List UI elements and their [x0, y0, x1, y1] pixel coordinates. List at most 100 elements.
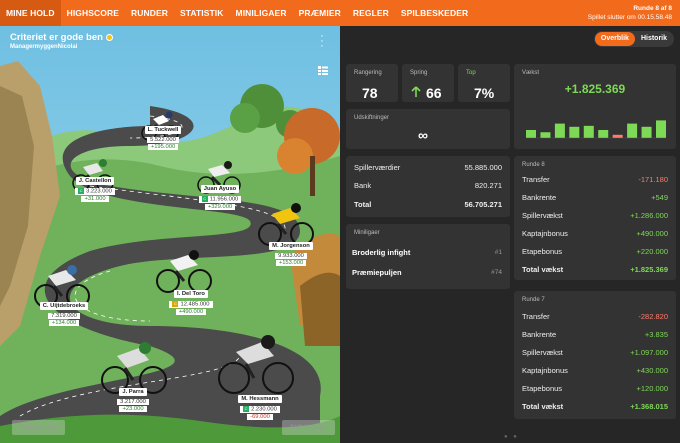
- rank-card: Rangering 78: [346, 64, 398, 102]
- nav-regler[interactable]: REGLER: [347, 0, 395, 26]
- rider-change: +134.000: [48, 320, 80, 326]
- rider-card[interactable]: J. Castellon C 3.223.000 +31.000: [72, 169, 118, 202]
- round8-total: Total vækst +1.825.369: [522, 264, 668, 274]
- growth-card: Vækst +1.825.369: [514, 64, 676, 149]
- cyclist-hessmann[interactable]: [218, 335, 294, 394]
- captain-badge-icon: C: [172, 301, 179, 307]
- rider-card[interactable]: M. Jorgenson 9.933.000 +153.000: [265, 234, 317, 266]
- growth-bar: [554, 123, 565, 138]
- rider-name: C. Uijtdebroeks: [39, 302, 89, 310]
- tab-history[interactable]: Historik: [635, 32, 673, 46]
- rider-change: +153.000: [275, 260, 307, 266]
- nav-spilbeskeder[interactable]: SPILBESKEDER: [395, 0, 474, 26]
- round7-label: Runde 7: [522, 297, 545, 303]
- minileagues-card: Miniligaer Broderlig infight #1 Præmiepul…: [346, 224, 510, 289]
- rider-name: M. Hessmann: [238, 395, 282, 403]
- round7-row: Spillervækst +1.097.000: [522, 347, 668, 357]
- rider-card[interactable]: Juan Ayuso C 11.956.000 +329.000: [194, 177, 246, 210]
- round7-row: Etapebonus +120.000: [522, 383, 668, 393]
- jump-value: 66: [426, 85, 442, 101]
- rank-value: 78: [362, 85, 378, 101]
- rider-card[interactable]: L. Tuckwell 5.522.000 +195.000: [141, 118, 185, 150]
- growth-value: +1.825.369: [564, 82, 626, 96]
- top-label: Top: [466, 70, 476, 76]
- nav-highscore[interactable]: HIGHSCORE: [61, 0, 125, 26]
- nav-miniligaer[interactable]: MINILIGAER: [230, 0, 293, 26]
- nav-mine-hold[interactable]: MINE HOLD: [0, 0, 61, 26]
- stats-panel: Overblik Historik Rangering 78 Spring 66…: [340, 26, 680, 443]
- rider-value: C 2.230.000: [240, 406, 280, 413]
- growth-bar: [612, 134, 623, 138]
- round8-row: Spillervækst +1.286.000: [522, 210, 668, 220]
- rider-name: J. Parra: [119, 388, 147, 396]
- top-card: Top 7%: [458, 64, 510, 102]
- swaps-card: Udskiftninger ∞: [346, 109, 510, 149]
- rider-change: +31.000: [81, 195, 109, 202]
- rider-card[interactable]: I. Del Toro C 12.485.000 +490.000: [164, 282, 218, 315]
- rider-value: C 3.223.000: [75, 188, 115, 195]
- round7-total: Total vækst +1.368.015: [522, 401, 668, 411]
- round8-card: Runde 8 Transfer -171.180 Bankrente +549 S…: [514, 156, 676, 280]
- team-status-dot-icon: [105, 33, 113, 41]
- round7-row: Transfer -282.820: [522, 311, 668, 321]
- rider-trade-button[interactable]: Rytterhandel: [12, 420, 65, 435]
- rider-card[interactable]: M. Hessmann C 2.230.000 -69.000: [236, 387, 284, 420]
- rider-value: C 12.485.000: [169, 301, 213, 308]
- rider-value: 3.217.000: [117, 399, 149, 405]
- swaps-value: ∞: [418, 127, 428, 143]
- growth-bar: [569, 126, 580, 138]
- round8-label: Runde 8: [522, 162, 545, 168]
- top-nav-bar: MINE HOLD HIGHSCORE RUNDER STATISTIK MIN…: [0, 0, 680, 26]
- team-name: Criteriet er gode ben: [10, 32, 103, 43]
- captain-badge-icon: C: [201, 196, 208, 202]
- rider-change: +329.000: [204, 203, 236, 210]
- value-row: Spillerværdier 55.885.000: [354, 162, 502, 172]
- value-row: Bank 820.271: [354, 180, 502, 190]
- growth-bar: [627, 123, 638, 138]
- rider-value: 7.319.000: [48, 313, 80, 319]
- nav-praemier[interactable]: PRÆMIER: [293, 0, 347, 26]
- minileague-item[interactable]: Præmiepuljen #74: [352, 264, 502, 280]
- round8-row: Bankrente +549: [522, 192, 668, 202]
- arrow-up-icon: [411, 86, 421, 97]
- growth-bar-chart: [526, 120, 666, 139]
- rider-change: +490.000: [175, 308, 207, 315]
- rider-name: L. Tuckwell: [144, 126, 182, 134]
- rider-name: J. Castellon: [75, 177, 115, 185]
- round7-row: Bankrente +3.835: [522, 329, 668, 339]
- growth-label: Vækst: [522, 70, 540, 76]
- view-tabs: Overblik Historik: [593, 31, 674, 47]
- more-options-icon[interactable]: · · ·: [318, 31, 326, 52]
- jump-label: Spring: [410, 70, 428, 76]
- nav-runder[interactable]: RUNDER: [125, 0, 174, 26]
- growth-bar: [656, 120, 666, 138]
- rider-change: -69.000: [247, 413, 273, 420]
- rider-name: I. Del Toro: [174, 290, 208, 298]
- minileagues-label: Miniligaer: [354, 230, 380, 236]
- rider-card[interactable]: J. Parra 3.217.000 +23.000: [110, 380, 156, 412]
- captain-badge-icon: C: [78, 188, 85, 194]
- round-title: Runde 8 af 8: [633, 5, 672, 12]
- rank-label: Rangering: [354, 70, 382, 76]
- captain-badge-icon: C: [243, 406, 250, 412]
- rider-card[interactable]: C. Uijtdebroeks 7.319.000 +134.000: [34, 294, 94, 326]
- value-row-total: Total 56.705.271: [354, 199, 502, 209]
- change-captain-button[interactable]: Skift Kaptajn: [282, 420, 335, 435]
- rider-name: M. Jorgenson: [269, 242, 313, 250]
- growth-bar: [583, 125, 594, 138]
- round7-card: Runde 7 Transfer -282.820 Bankrente +3.835…: [514, 291, 676, 419]
- swaps-label: Udskiftninger: [354, 115, 390, 121]
- team-manager: ManagermyggenNicolai: [10, 44, 78, 50]
- round8-row: Etapebonus +220.000: [522, 246, 668, 256]
- tab-overview[interactable]: Overblik: [594, 32, 635, 46]
- list-view-icon[interactable]: [318, 66, 328, 76]
- round-countdown: Spillet slutter om 00.15.58.48: [587, 14, 672, 21]
- jump-card: Spring 66: [402, 64, 454, 102]
- rider-value: C 11.956.000: [198, 196, 242, 203]
- minileague-item[interactable]: Broderlig infight #1: [352, 244, 502, 260]
- nav-statistik[interactable]: STATISTIK: [174, 0, 230, 26]
- round8-row: Transfer -171.180: [522, 174, 668, 184]
- rider-name: Juan Ayuso: [200, 185, 240, 193]
- pager-dots[interactable]: ● ●: [504, 434, 519, 440]
- rider-change: +195.000: [147, 144, 179, 150]
